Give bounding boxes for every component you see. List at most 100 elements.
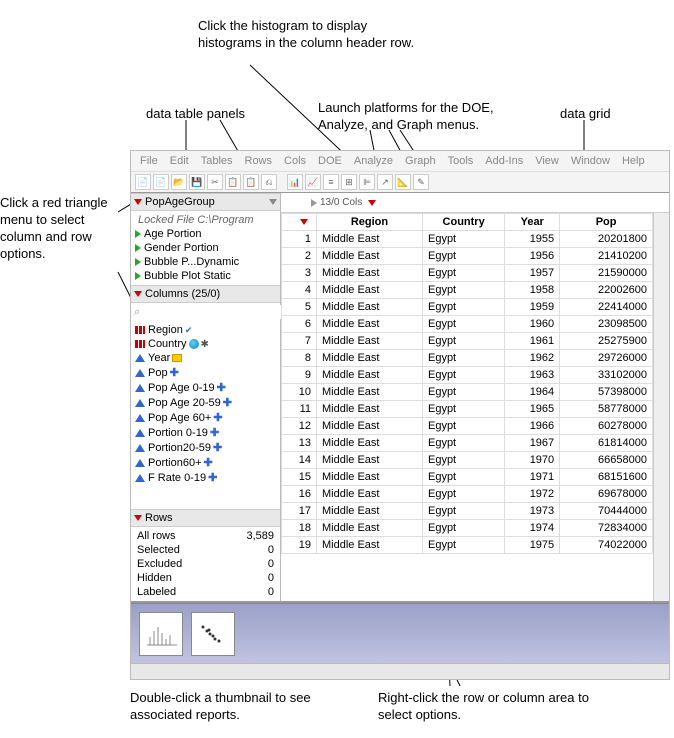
toolbar-button-9[interactable]: 📊 — [287, 174, 303, 190]
menu-rows[interactable]: Rows — [240, 154, 278, 168]
toolbar-button-10[interactable]: 📈 — [305, 174, 321, 190]
column-item[interactable]: Portion 0-19✚ — [135, 425, 276, 440]
table-row[interactable]: 4Middle EastEgypt195822002600 — [282, 282, 653, 299]
vertical-scrollbar[interactable] — [653, 213, 669, 601]
menu-doe[interactable]: DOE — [313, 154, 347, 168]
script-item[interactable]: Bubble Plot Static — [135, 269, 276, 283]
table-row[interactable]: 2Middle EastEgypt195621410200 — [282, 248, 653, 265]
toolbar-button-5[interactable]: 📋 — [225, 174, 241, 190]
columns-panel-body: Region✔Country✱YearPop✚Pop Age 0-19✚Pop … — [131, 321, 280, 509]
continuous-icon — [135, 429, 145, 437]
toolbar-button-2[interactable]: 📂 — [171, 174, 187, 190]
table-row[interactable]: 1Middle EastEgypt195520201800 — [282, 231, 653, 248]
rows-count-line: Excluded0 — [135, 557, 276, 571]
script-item[interactable]: Age Portion — [135, 227, 276, 241]
earth-icon — [189, 339, 199, 349]
column-item[interactable]: Pop✚ — [135, 365, 276, 380]
label-icon — [172, 354, 182, 362]
column-header[interactable]: Pop — [560, 214, 653, 231]
table-row[interactable]: 14Middle EastEgypt197066658000 — [282, 452, 653, 469]
toolbar-button-6[interactable]: 📋 — [243, 174, 259, 190]
toolbar-button-14[interactable]: ↗ — [377, 174, 393, 190]
menu-cols[interactable]: Cols — [279, 154, 311, 168]
report-thumbnail[interactable] — [191, 612, 235, 656]
table-panel-header[interactable]: PopAgeGroup — [131, 193, 280, 211]
table-row[interactable]: 13Middle EastEgypt196761814000 — [282, 435, 653, 452]
menu-help[interactable]: Help — [617, 154, 650, 168]
menu-window[interactable]: Window — [566, 154, 615, 168]
annotation-launch: Launch platforms for the DOE, Analyze, a… — [318, 100, 518, 134]
table-row[interactable]: 12Middle EastEgypt196660278000 — [282, 418, 653, 435]
rows-panel-body: All rows3,589Selected0Excluded0Hidden0La… — [131, 527, 280, 601]
column-item[interactable]: Pop Age 20-59✚ — [135, 395, 276, 410]
red-triangle-icon[interactable] — [300, 219, 308, 225]
column-item[interactable]: Country✱ — [135, 337, 276, 351]
table-row[interactable]: 15Middle EastEgypt197168151600 — [282, 469, 653, 486]
red-triangle-icon[interactable] — [368, 200, 376, 206]
toolbar-button-4[interactable]: ✂ — [207, 174, 223, 190]
toolbar-button-3[interactable]: 💾 — [189, 174, 205, 190]
menu-file[interactable]: File — [135, 154, 163, 168]
column-item[interactable]: Portion60+✚ — [135, 455, 276, 470]
toolbar-button-1[interactable]: 📄 — [153, 174, 169, 190]
toolbar-button-11[interactable]: ≡ — [323, 174, 339, 190]
data-grid-table[interactable]: RegionCountryYearPop 1Middle EastEgypt19… — [281, 213, 653, 554]
toolbar-button-15[interactable]: 📐 — [395, 174, 411, 190]
nominal-icon — [135, 326, 145, 334]
red-triangle-icon[interactable] — [134, 515, 142, 521]
gray-triangle-icon[interactable] — [311, 199, 317, 207]
column-item[interactable]: F Rate 0-19✚ — [135, 470, 276, 485]
plus-icon: ✚ — [223, 396, 232, 409]
menu-tables[interactable]: Tables — [196, 154, 238, 168]
table-row[interactable]: 5Middle EastEgypt195922414000 — [282, 299, 653, 316]
table-row[interactable]: 16Middle EastEgypt197269678000 — [282, 486, 653, 503]
red-triangle-icon[interactable] — [134, 291, 142, 297]
column-item[interactable]: Pop Age 60+✚ — [135, 410, 276, 425]
plus-icon: ✚ — [213, 441, 222, 454]
table-row[interactable]: 9Middle EastEgypt196333102000 — [282, 367, 653, 384]
column-item[interactable]: Portion20-59✚ — [135, 440, 276, 455]
table-row[interactable]: 8Middle EastEgypt196229726000 — [282, 350, 653, 367]
toolbar-button-7[interactable]: ⎌ — [261, 174, 277, 190]
table-row[interactable]: 7Middle EastEgypt196125275900 — [282, 333, 653, 350]
menu-tools[interactable]: Tools — [443, 154, 479, 168]
column-item[interactable]: Pop Age 0-19✚ — [135, 380, 276, 395]
menu-add-ins[interactable]: Add-Ins — [480, 154, 528, 168]
script-item[interactable]: Gender Portion — [135, 241, 276, 255]
toolbar-button-16[interactable]: ✎ — [413, 174, 429, 190]
table-row[interactable]: 17Middle EastEgypt197370444000 — [282, 503, 653, 520]
main-area: PopAgeGroup Locked File C:\Program Age P… — [131, 193, 669, 603]
column-header[interactable]: Country — [422, 214, 504, 231]
column-header[interactable]: Region — [317, 214, 423, 231]
annotation-rightclick: Right-click the row or column area to se… — [378, 690, 608, 724]
rows-panel-header[interactable]: Rows — [131, 509, 280, 527]
continuous-icon — [135, 444, 145, 452]
report-thumbnail[interactable] — [139, 612, 183, 656]
column-search-input[interactable] — [144, 305, 290, 319]
toolbar-button-0[interactable]: 📄 — [135, 174, 151, 190]
columns-panel-header[interactable]: Columns (25/0) — [131, 285, 280, 303]
red-triangle-icon[interactable] — [134, 199, 142, 205]
table-row[interactable]: 10Middle EastEgypt196457398000 — [282, 384, 653, 401]
menu-analyze[interactable]: Analyze — [349, 154, 398, 168]
column-header[interactable]: Year — [505, 214, 560, 231]
script-item[interactable]: Bubble P...Dynamic — [135, 255, 276, 269]
table-panel-title: PopAgeGroup — [145, 196, 215, 208]
column-item[interactable]: Region✔ — [135, 323, 276, 337]
table-row[interactable]: 19Middle EastEgypt197574022000 — [282, 537, 653, 554]
toolbar: 📄📄📂💾✂📋📋⎌📊📈≡⊞⊫↗📐✎ — [131, 171, 669, 193]
table-row[interactable]: 3Middle EastEgypt195721590000 — [282, 265, 653, 282]
table-row[interactable]: 11Middle EastEgypt196558778000 — [282, 401, 653, 418]
column-item[interactable]: Year — [135, 351, 276, 365]
toolbar-button-12[interactable]: ⊞ — [341, 174, 357, 190]
table-row[interactable]: 6Middle EastEgypt196023098500 — [282, 316, 653, 333]
continuous-icon — [135, 384, 145, 392]
continuous-icon — [135, 399, 145, 407]
column-header[interactable] — [282, 214, 317, 231]
toolbar-button-13[interactable]: ⊫ — [359, 174, 375, 190]
menu-graph[interactable]: Graph — [400, 154, 441, 168]
table-row[interactable]: 18Middle EastEgypt197472834000 — [282, 520, 653, 537]
menu-edit[interactable]: Edit — [165, 154, 194, 168]
menu-view[interactable]: View — [530, 154, 564, 168]
disclosure-icon[interactable] — [269, 199, 277, 205]
